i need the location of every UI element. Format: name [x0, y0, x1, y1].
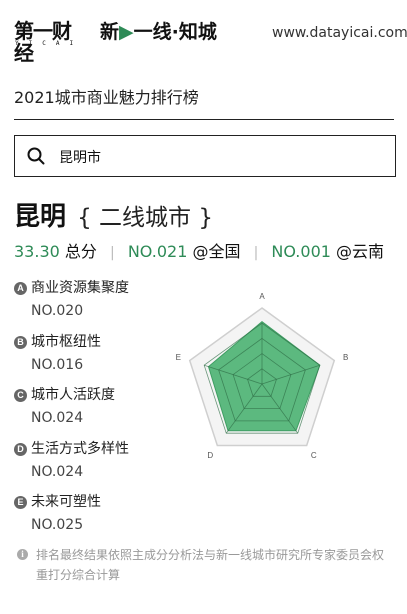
logo-secondary-mark: ▶ — [119, 21, 134, 43]
national-rank-value: NO.021 — [127, 242, 188, 261]
metric-name: 未来可塑性 — [31, 494, 101, 510]
metric-name: 城市枢纽性 — [31, 333, 101, 350]
province-rank-label: @云南 — [336, 242, 385, 261]
metric-letter-badge: B — [14, 335, 27, 349]
logo-secondary-b: 一线·知城 — [133, 21, 217, 43]
national-rank-label: @全国 — [192, 242, 241, 261]
radar-axis-label: E — [176, 353, 181, 362]
search-input-value[interactable]: 昆明市 — [59, 147, 101, 167]
province-rank-value: NO.001 — [271, 242, 331, 261]
metric-letter-badge: A — [14, 282, 27, 295]
city-search-field[interactable]: 昆明市 — [14, 135, 396, 177]
radar-axis-label: D — [207, 451, 213, 460]
city-tier: { 二线城市 } — [77, 204, 213, 231]
page-title: 2021城市商业魅力排行榜 — [14, 88, 199, 107]
footnote-text: 排名最终结果依照主成分分析法与新一线城市研究所专家委员会权重打分综合计算 — [36, 548, 385, 582]
metric-letter-badge: D — [14, 442, 27, 456]
separator: | — [253, 245, 259, 261]
metric-name: 城市人活跃度 — [31, 387, 115, 403]
city-heading: 昆明 { 二线城市 } — [14, 196, 213, 232]
title-divider — [14, 119, 394, 120]
city-name: 昆明 — [14, 202, 67, 232]
metric-name: 生活方式多样性 — [31, 440, 129, 457]
radar-chart: A B C D E — [176, 292, 349, 460]
search-icon — [27, 147, 45, 165]
new-tier-logo[interactable]: 新▶一线·知城 — [100, 21, 217, 43]
footnote: i 排名最终结果依照主成分分析法与新一线城市研究所专家委员会权重打分综合计算 — [14, 545, 396, 585]
metric-name: 商业资源集聚度 — [31, 280, 129, 296]
score-summary: 33.30 总分 | NO.021 @全国 | NO.001 @云南 — [14, 238, 384, 262]
radar-axis-label: B — [343, 353, 348, 362]
logo-primary-en: YICAI — [15, 40, 84, 47]
metric-rank: NO.025 — [31, 517, 84, 533]
radar-axis-label: A — [259, 292, 265, 301]
radar-axis-label: C — [311, 451, 317, 460]
metric-item: E 未来可塑性 NO.025 — [14, 492, 194, 546]
metric-letter-badge: C — [14, 389, 27, 402]
info-icon: i — [17, 549, 28, 560]
logo-secondary-a: 新 — [100, 21, 120, 43]
total-score-label: 总分 — [64, 242, 97, 261]
metric-letter-badge: E — [14, 496, 27, 509]
yicai-logo[interactable]: 第一财经 YICAI — [14, 20, 86, 64]
total-score-value: 33.30 — [14, 242, 60, 261]
header: 第一财经 YICAI 新▶一线·知城 www.datayicai.com — [0, 0, 407, 66]
site-url-link[interactable]: www.datayicai.com — [272, 25, 407, 41]
separator: | — [110, 245, 115, 261]
